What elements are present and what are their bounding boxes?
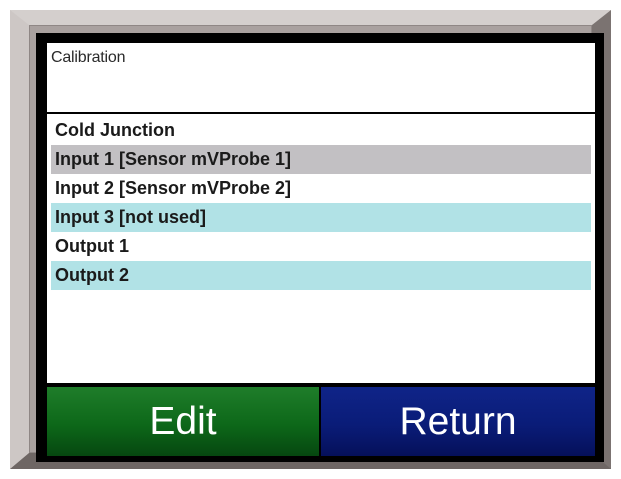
return-button[interactable]: Return [321,387,595,456]
list-item-label: Input 2 [Sensor mVProbe 2] [55,178,292,198]
list-item-output-1[interactable]: Output 1 [51,232,591,261]
menu-list: Cold Junction Input 1 [Sensor mVProbe 1]… [47,114,595,383]
list-item-label: Output 1 [55,236,129,256]
list-item-label: Cold Junction [55,120,175,140]
list-item-cold-junction[interactable]: Cold Junction [51,116,591,145]
page-title: Calibration [51,49,126,66]
edit-button[interactable]: Edit [47,387,319,456]
list-item-input-1[interactable]: Input 1 [Sensor mVProbe 1] [51,145,591,174]
list-item-label: Input 1 [Sensor mVProbe 1] [55,149,292,169]
list-item-label: Output 2 [55,265,129,285]
list-item-input-3[interactable]: Input 3 [not used] [51,203,591,232]
list-item-output-2[interactable]: Output 2 [51,261,591,290]
title-panel: Calibration [47,43,595,112]
list-item-label: Input 3 [not used] [55,207,206,227]
list-item-input-2[interactable]: Input 2 [Sensor mVProbe 2] [51,174,591,203]
touch-screen: Calibration Cold Junction Input 1 [Senso… [36,33,604,462]
